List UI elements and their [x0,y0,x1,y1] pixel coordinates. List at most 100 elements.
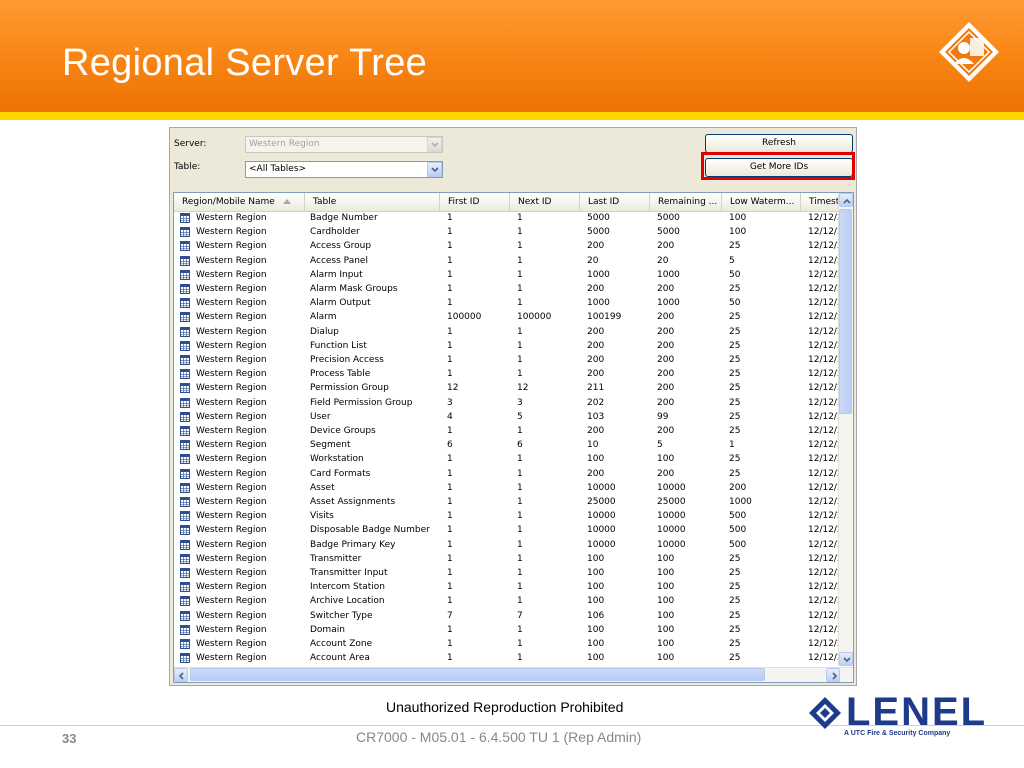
table-cell: 1 [517,269,523,280]
table-cell: 100 [657,596,675,607]
table-row[interactable]: Western Region Device Groups 1 1 200 200 25 12/… [174,424,842,438]
table-cell: 100 [657,653,675,664]
table-cell: 1 [447,468,453,479]
table-cell: 25 [729,582,741,593]
column-header-next-id[interactable]: Next ID [510,193,580,211]
table-row[interactable]: Western Region Account Area 1 1 100 100 25 12/1… [174,651,842,665]
table-row[interactable]: Western Region Card Formats 1 1 200 200 25 12/1… [174,467,842,481]
table-cell: 1 [517,468,523,479]
table-row[interactable]: Western Region Process Table 1 1 200 200 25 12/… [174,367,842,381]
table-cell: 1 [447,355,453,365]
table-row[interactable]: Western Region Alarm Output 1 1 1000 1000 50 12… [174,296,842,310]
table-cell: 12/12/2 [808,397,842,408]
table-icon [180,596,190,607]
table-cell: 100 [657,665,722,666]
table-cell: 12/12/2 [808,639,842,649]
vertical-scrollbar[interactable] [838,193,853,666]
table-row[interactable]: Western Region Segment 6 6 10 5 1 12/12/2 [174,438,842,452]
table-row[interactable]: Western Region Field Permission Group 3 3 20… [174,396,842,410]
table-cell: Western Region [196,440,267,451]
horizontal-scrollbar[interactable] [174,667,853,682]
table-cell: 20 [587,255,599,266]
table-row[interactable]: Western Region Alarm Mask Groups 1 1 200 200 2… [174,282,842,296]
lenel-logo: LENEL A UTC Fire & Security Company [806,690,996,746]
table-row[interactable]: Western Region Switcher Type 7 7 106 100 25 12/… [174,609,842,623]
table-cell: 1 [447,369,453,380]
table-row[interactable]: Western Region Badge Primary Key 1 1 10000 10… [174,538,842,552]
column-header-timestamp[interactable]: Timest [801,193,841,211]
table-row[interactable]: Western Region Alarm 100000 100000 100199 200… [174,310,842,324]
column-header-low-watermark[interactable]: Low Waterm... [722,193,801,211]
table-icon [180,497,190,507]
table-cell: 1000 [657,298,680,309]
table-cell: 1000 [657,269,680,280]
table-cell: Western Region [196,468,267,479]
table-cell: 1 [517,369,523,380]
table-cell: Visits [310,511,334,522]
table-cell: 100 [657,624,675,635]
column-header-last-id[interactable]: Last ID [580,193,650,211]
table-cell: 100 [587,582,605,593]
table-row[interactable]: Western Region Permission Group 12 12 211 200… [174,381,842,395]
vertical-scroll-thumb[interactable] [839,209,852,414]
table-cell: 5000 [587,227,610,238]
table-row[interactable]: Western Region Function List 1 1 200 200 25 12/… [174,339,842,353]
table-cell: 1 [517,511,523,522]
table-icon [180,284,190,294]
table-row[interactable]: Western Region Access Group 1 1 200 200 25 12/1… [174,239,842,253]
table-cell: Device Groups [310,426,376,436]
table-row[interactable]: Western Region Intercom Station 1 1 100 100 25… [174,580,842,594]
server-label: Server: [174,139,207,149]
table-row[interactable]: Western Region Badge Number 1 1 5000 5000 100 1… [174,211,842,225]
table-cell: 12/12/2 [808,539,842,550]
chevron-down-icon[interactable] [427,162,442,177]
table-cell: Western Region [196,511,267,522]
table-cell: 12/12/2 [808,653,842,664]
refresh-button[interactable]: Refresh [705,134,853,153]
column-header-remaining[interactable]: Remaining ... [650,193,722,211]
table-cell: 50 [729,298,741,309]
table-cell: 25 [729,312,741,323]
scroll-right-icon[interactable] [826,668,840,682]
table-row[interactable]: Western Region User 4 5 103 99 25 12/12/2 [174,410,842,424]
table-cell: Disposable Badge Number [310,525,430,536]
column-header-region[interactable]: Region/Mobile Name [174,193,305,211]
table-cell: 1 [517,426,523,436]
table-icon [180,639,190,649]
horizontal-scroll-thumb[interactable] [190,668,765,681]
table-row[interactable]: Western Region Precision Access 1 1 200 200 25… [174,353,842,367]
table-row[interactable]: Western Region Asset 1 1 10000 10000 200 12/12/… [174,481,842,495]
table-cell: 1 [447,213,453,223]
table-row[interactable]: Western Region Alarm Input 1 1 1000 1000 50 12/… [174,268,842,282]
table-row[interactable]: Western Region Dialup 1 1 200 200 25 12/12/2 [174,325,842,339]
table-row[interactable]: Western Region Access Panel 1 1 20 20 5 12/12/2 [174,254,842,268]
table-cell: 10000 [587,511,616,522]
table-row[interactable]: Western Region Transmitter 1 1 100 100 25 12/12… [174,552,842,566]
table-row[interactable]: Western Region Workstation 1 1 100 100 25 12/12… [174,452,842,466]
table-cell: 1 [447,553,453,564]
scroll-up-icon[interactable] [839,193,853,207]
table-select[interactable]: <All Tables> [245,161,443,178]
scroll-left-icon[interactable] [174,668,188,682]
table-row[interactable]: Western Region Transmitter Input 1 1 100 100 2… [174,566,842,580]
table-row[interactable]: Western Region Archive Location 1 1 100 100 25… [174,594,842,608]
table-body: Western Region Badge Number 1 1 5000 5000 100 1… [174,211,842,666]
table-cell: 1 [517,525,523,536]
column-header-table[interactable]: Table [305,193,440,211]
sort-ascending-icon [282,199,291,204]
table-cell: Western Region [196,383,267,394]
table-row[interactable]: Western Region Domain 1 1 100 100 25 12/12/2 [174,623,842,637]
column-header-first-id[interactable]: First ID [440,193,510,211]
table-row[interactable]: Western Region Cardholder 1 1 5000 5000 100 12/… [174,225,842,239]
table-row[interactable]: Western Region Account Zone 1 1 100 100 25 12/1… [174,637,842,651]
table-icon [180,468,190,479]
scroll-down-icon[interactable] [839,652,853,666]
table-row[interactable]: Western Region Asset Assignments 1 1 25000 25… [174,495,842,509]
table-row[interactable]: Western Region Event code template 10000 10… [174,665,842,666]
table-cell: 25 [729,468,741,479]
table-row[interactable]: Western Region Disposable Badge Number 1 1 1… [174,523,842,537]
table-row[interactable]: Western Region Visits 1 1 10000 10000 500 12/12… [174,509,842,523]
table-icon [180,553,190,564]
table-cell: 1 [517,213,523,223]
server-select-value: Western Region [249,139,320,149]
